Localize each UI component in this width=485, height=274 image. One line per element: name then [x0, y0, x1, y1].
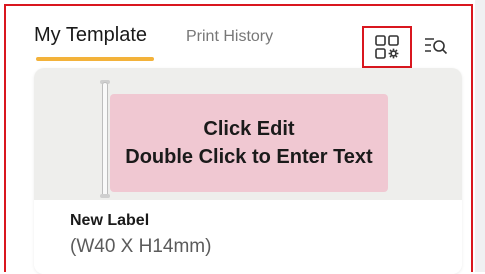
label-canvas[interactable]: Click Edit Double Click to Enter Text: [110, 94, 388, 192]
tab-print-history[interactable]: Print History: [186, 28, 273, 46]
list-search-icon: [425, 38, 448, 55]
label-text-line-1: Click Edit: [203, 118, 295, 140]
filter-search-button[interactable]: [418, 28, 454, 64]
template-info: New Label (W40 X H14mm): [34, 200, 462, 274]
roll-cap-bottom: [100, 194, 110, 198]
active-tab-indicator: [36, 57, 154, 61]
tab-my-template[interactable]: My Template: [34, 24, 147, 47]
template-name: New Label: [70, 212, 150, 229]
template-settings-button[interactable]: [362, 26, 412, 68]
template-card[interactable]: Click Edit Double Click to Enter Text Ne…: [34, 68, 462, 274]
template-panel: My Template Print History Click Edit Dou…: [4, 4, 473, 274]
tab-bar: My Template Print History: [6, 6, 471, 68]
template-size: (W40 X H14mm): [70, 236, 212, 257]
window-edge: [475, 0, 485, 272]
label-text-line-2: Double Click to Enter Text: [125, 146, 373, 168]
template-grid-settings-icon: [375, 35, 399, 59]
label-roll-edge: [102, 82, 108, 198]
label-preview-area: Click Edit Double Click to Enter Text: [34, 68, 462, 200]
